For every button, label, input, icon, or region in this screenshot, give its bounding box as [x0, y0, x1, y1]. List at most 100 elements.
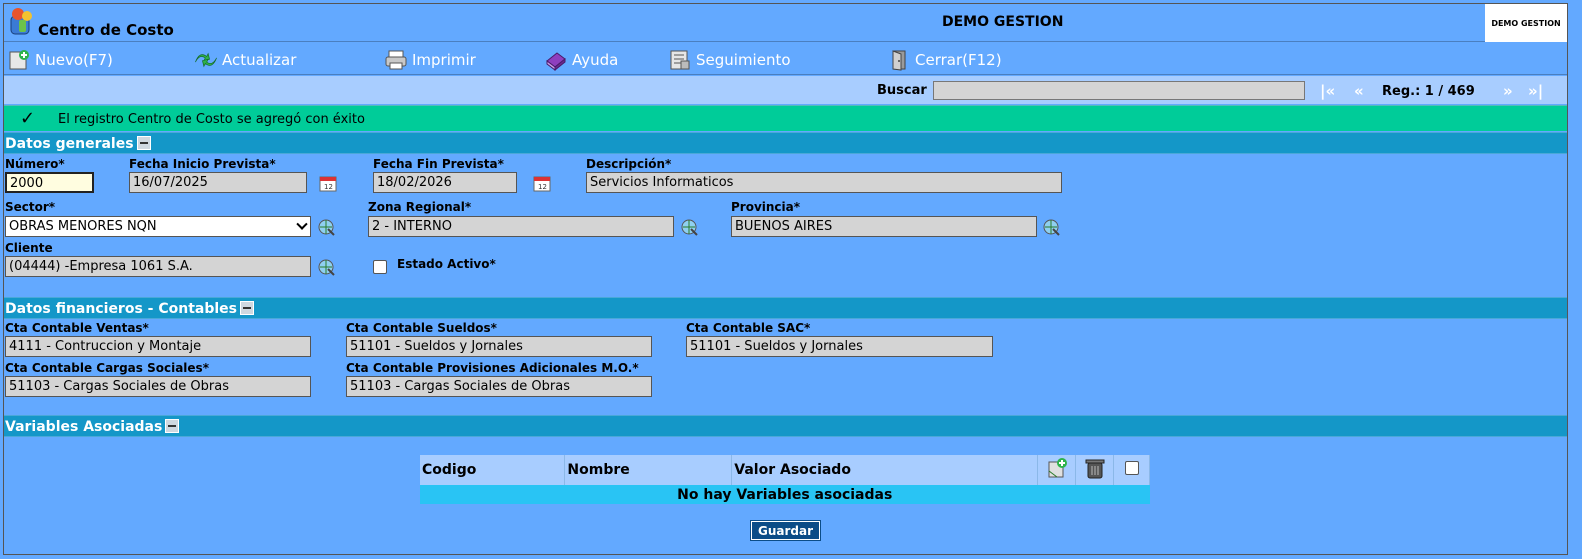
cta-sueldos-label: Cta Contable Sueldos*: [346, 321, 497, 335]
cta-sac-input[interactable]: 51101 - Sueldos y Jornales: [686, 336, 993, 357]
cta-sac-label: Cta Contable SAC*: [686, 321, 811, 335]
imprimir-button[interactable]: Imprimir: [384, 49, 476, 71]
seguimiento-button[interactable]: Seguimiento: [668, 49, 791, 71]
cta-provisiones-input[interactable]: 51103 - Cargas Sociales de Obras: [346, 376, 652, 397]
last-record-button[interactable]: »|: [1528, 82, 1543, 100]
actualizar-button[interactable]: Actualizar: [194, 49, 296, 71]
refresh-icon: [195, 52, 217, 68]
section-title-text: Datos financieros - Contables: [5, 301, 237, 317]
estado-activo-checkbox[interactable]: [373, 260, 387, 274]
first-record-button[interactable]: |«: [1320, 82, 1335, 100]
add-variable-button[interactable]: [1037, 455, 1076, 485]
brand-logo: DEMO GESTION: [1485, 4, 1567, 42]
cta-cargas-label: Cta Contable Cargas Sociales*: [5, 361, 209, 375]
cta-cargas-input[interactable]: 51103 - Cargas Sociales de Obras: [5, 376, 311, 397]
lookup-globe-icon[interactable]: [1040, 216, 1062, 238]
descripcion-label: Descripción*: [586, 157, 672, 171]
descripcion-input[interactable]: Servicios Informaticos: [586, 172, 1062, 193]
toolbar: Nuevo(F7) Actualizar Imprimir Ayuda Segu…: [4, 43, 1567, 75]
calendar-icon[interactable]: 12: [317, 172, 339, 194]
tracking-log-icon: [670, 50, 690, 70]
ayuda-label: Ayuda: [572, 51, 619, 69]
search-input[interactable]: [933, 81, 1305, 100]
variables-table: Codigo Nombre Valor Asociado No hay Vari…: [420, 455, 1151, 504]
empty-message: No hay Variables asociadas: [420, 485, 1150, 504]
col-nombre: Nombre: [564, 455, 733, 485]
new-document-icon: [9, 50, 29, 70]
main-window: Centro de Costo DEMO GESTION DEMO GESTIO…: [3, 3, 1568, 555]
printer-icon: [385, 50, 407, 70]
section-title-text: Variables Asociadas: [5, 419, 163, 435]
collapse-icon[interactable]: [165, 419, 180, 433]
col-codigo: Codigo: [420, 455, 566, 485]
section-datos-financieros: Datos financieros - Contables: [4, 297, 1567, 319]
numero-input[interactable]: 2000: [5, 172, 94, 193]
zona-label: Zona Regional*: [368, 200, 472, 214]
sector-label: Sector*: [5, 200, 56, 214]
company-title: DEMO GESTION: [942, 14, 1064, 30]
search-bar: Buscar |« « Reg.: 1 / 469 » »|: [4, 76, 1567, 104]
imprimir-label: Imprimir: [412, 51, 476, 69]
section-variables-asociadas: Variables Asociadas: [4, 415, 1567, 437]
success-banner: ✓ El registro Centro de Costo se agregó …: [4, 105, 1567, 131]
collapse-icon[interactable]: [136, 136, 151, 150]
fecha-inicio-label: Fecha Inicio Prevista*: [129, 157, 276, 171]
search-label: Buscar: [877, 83, 927, 98]
nuevo-label: Nuevo(F7): [35, 51, 113, 69]
cliente-label: Cliente: [5, 241, 53, 255]
select-all-header: [1113, 455, 1151, 485]
success-message: El registro Centro de Costo se agregó co…: [58, 112, 365, 127]
chevron-down-icon: [296, 218, 308, 230]
svg-text:12: 12: [324, 183, 333, 191]
section-title: Variables Asociadas: [5, 419, 180, 435]
save-button[interactable]: Guardar: [750, 520, 821, 541]
estado-activo-label: Estado Activo*: [397, 257, 496, 271]
section-title: Datos financieros - Contables: [5, 301, 254, 317]
fecha-fin-input[interactable]: 18/02/2026: [373, 172, 517, 193]
col-valor: Valor Asociado: [731, 455, 1038, 485]
check-icon: ✓: [20, 108, 36, 129]
fecha-inicio-input[interactable]: 16/07/2025: [129, 172, 307, 193]
trash-icon: [1085, 459, 1105, 479]
provincia-label: Provincia*: [731, 200, 801, 214]
help-book-icon: [546, 52, 566, 71]
collapse-icon[interactable]: [240, 301, 254, 315]
zona-input[interactable]: 2 - INTERNO: [368, 216, 674, 237]
cta-ventas-label: Cta Contable Ventas*: [5, 321, 149, 335]
nuevo-button[interactable]: Nuevo(F7): [7, 49, 113, 71]
sector-value: OBRAS MENORES NQN: [9, 219, 157, 234]
next-record-button[interactable]: »: [1503, 82, 1513, 100]
section-title: Datos generales: [5, 136, 151, 152]
provincia-input[interactable]: BUENOS AIRES: [731, 216, 1037, 237]
cliente-input[interactable]: (04444) -Empresa 1061 S.A.: [5, 256, 311, 277]
seguimiento-label: Seguimiento: [696, 51, 791, 69]
table-row: No hay Variables asociadas: [420, 485, 1150, 504]
cta-provisiones-label: Cta Contable Provisiones Adicionales M.O…: [346, 361, 639, 375]
exit-door-icon: [892, 50, 906, 71]
cerrar-label: Cerrar(F12): [915, 51, 1002, 69]
app-title: Centro de Costo: [38, 21, 174, 39]
table-header-row: Codigo Nombre Valor Asociado: [420, 455, 1151, 485]
add-icon: [1048, 458, 1068, 478]
app-logo-icon: [10, 8, 32, 35]
section-datos-generales: Datos generales: [4, 132, 1567, 154]
select-all-checkbox[interactable]: [1125, 461, 1140, 475]
cta-sueldos-input[interactable]: 51101 - Sueldos y Jornales: [346, 336, 652, 357]
svg-text:12: 12: [538, 183, 547, 191]
numero-label: Número*: [5, 157, 65, 171]
lookup-globe-icon[interactable]: [678, 216, 700, 238]
lookup-globe-icon[interactable]: [315, 256, 337, 278]
calendar-icon[interactable]: 12: [531, 172, 553, 194]
cta-ventas-input[interactable]: 4111 - Contruccion y Montaje: [5, 336, 311, 357]
record-counter: Reg.: 1 / 469: [1382, 84, 1475, 99]
delete-variable-button[interactable]: [1075, 455, 1114, 485]
sector-select[interactable]: OBRAS MENORES NQN: [5, 216, 311, 237]
prev-record-button[interactable]: «: [1354, 82, 1364, 100]
lookup-globe-icon[interactable]: [315, 216, 337, 238]
section-title-text: Datos generales: [5, 136, 134, 152]
title-bar: Centro de Costo DEMO GESTION DEMO GESTIO…: [4, 4, 1567, 42]
ayuda-button[interactable]: Ayuda: [544, 49, 618, 71]
cerrar-button[interactable]: Cerrar(F12): [887, 49, 1002, 71]
actualizar-label: Actualizar: [222, 51, 297, 69]
fecha-fin-label: Fecha Fin Prevista*: [373, 157, 504, 171]
